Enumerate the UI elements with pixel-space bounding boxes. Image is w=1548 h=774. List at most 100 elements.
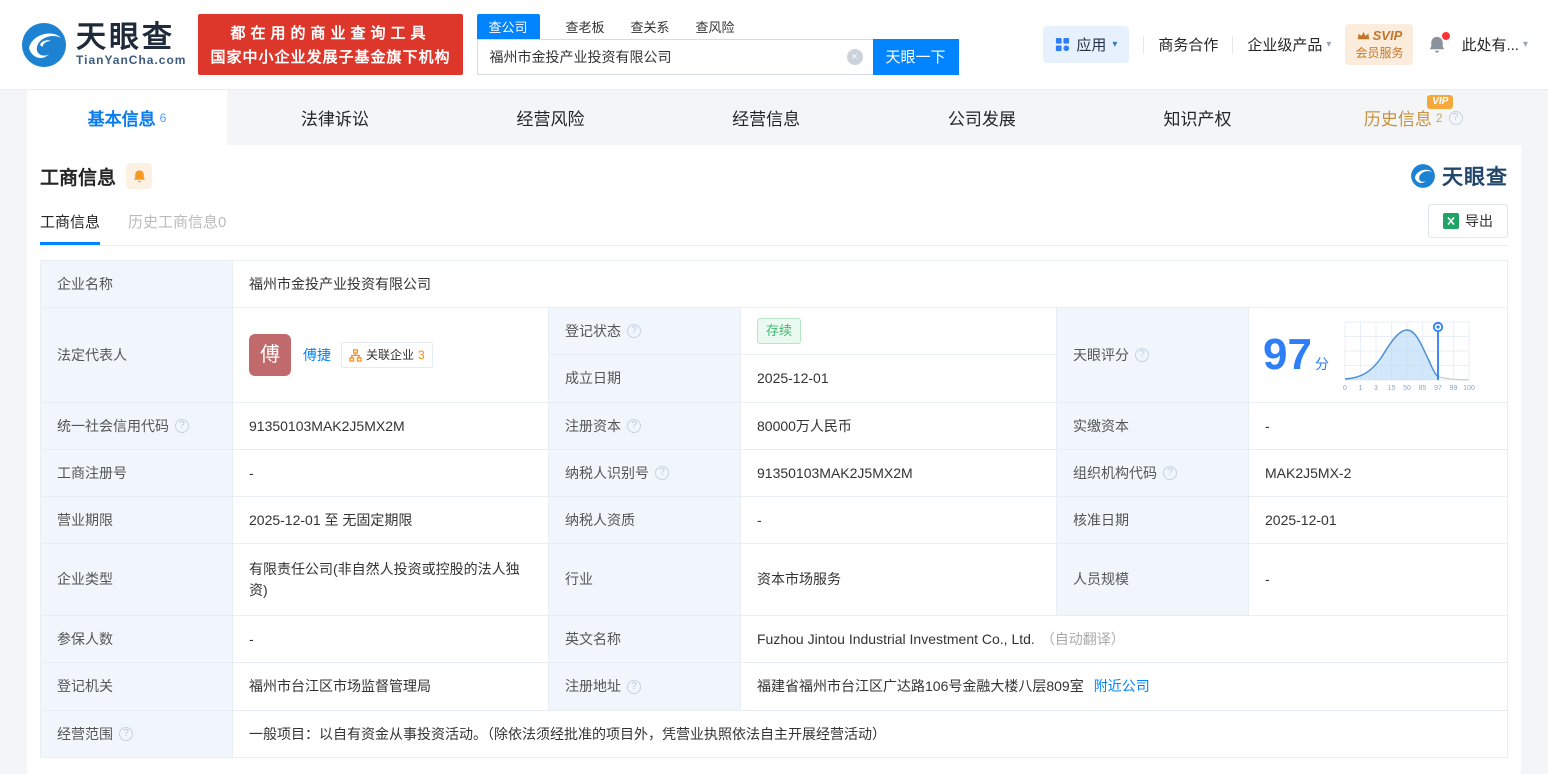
company-tabbar: 基本信息 6 法律诉讼 经营风险 经营信息 公司发展 知识产权 VIP 历史信息… <box>27 90 1521 145</box>
help-icon[interactable]: ? <box>1448 110 1463 125</box>
field-value-industry: 资本市场服务 <box>741 544 1057 616</box>
field-label-taxpayer-quality: 纳税人资质 <box>549 497 741 544</box>
svip-member-button[interactable]: SVIP 会员服务 <box>1345 24 1414 65</box>
nav-enterprise-label: 企业级产品 <box>1247 37 1323 54</box>
divider <box>1232 35 1234 54</box>
field-value-approval-date: 2025-12-01 <box>1249 497 1508 544</box>
nav-cooperation[interactable]: 商务合作 <box>1158 34 1218 55</box>
notification-red-dot <box>1442 31 1451 40</box>
field-label-establish-date: 成立日期 <box>549 355 741 403</box>
tab-history-info[interactable]: VIP 历史信息 2 ? <box>1305 90 1521 145</box>
section-title: 工商信息 <box>40 167 117 189</box>
related-companies-label: 关联企业 <box>366 348 415 362</box>
help-icon[interactable]: ? <box>627 419 641 433</box>
help-icon[interactable]: ? <box>1135 348 1149 362</box>
export-button[interactable]: 导出 <box>1428 204 1508 238</box>
tab-count: 2 <box>1435 110 1443 125</box>
apps-menu-button[interactable]: 应用 ▾ <box>1043 26 1130 63</box>
excel-icon <box>1443 213 1459 229</box>
vip-badge: VIP <box>1427 95 1454 109</box>
field-label-taxpayer-id: 纳税人识别号? <box>549 450 741 497</box>
field-value-taxpayer-id: 91350103MAK2J5MX2M <box>741 450 1057 497</box>
chevron-down-icon: ▾ <box>1522 39 1528 50</box>
apps-label: 应用 <box>1076 37 1107 54</box>
field-value-business-term: 2025-12-01 至 无固定期限 <box>233 497 549 544</box>
nearby-companies-link[interactable]: 附近公司 <box>1094 676 1150 697</box>
field-label-insured-count: 参保人数 <box>41 616 233 663</box>
chevron-down-icon: ▾ <box>1112 39 1118 50</box>
brand-name: 天眼查 <box>76 20 175 54</box>
account-menu[interactable]: 此处有... ▾ <box>1461 34 1528 55</box>
tab-intellectual-property[interactable]: 知识产权 <box>1090 90 1306 145</box>
field-value-reg-authority: 福州市台江区市场监督管理局 <box>233 663 549 711</box>
tab-label: 经营信息 <box>732 110 801 129</box>
field-value-org-code: MAK2J5MX-2 <box>1249 450 1508 497</box>
divider <box>1143 35 1145 54</box>
notification-bell-button[interactable] <box>1427 31 1451 55</box>
score-distribution-chart: 0 1 3 15 50 85 97 99 100 <box>1343 321 1475 392</box>
field-label-staff-size: 人员规模 <box>1057 544 1249 616</box>
help-icon[interactable]: ? <box>627 324 641 338</box>
field-label-legal-rep: 法定代表人 <box>41 308 233 403</box>
help-icon[interactable]: ? <box>1163 466 1177 480</box>
status-badge: 存续 <box>757 318 802 344</box>
field-label-business-scope: 经营范围? <box>41 711 233 758</box>
subtab-history-business-info[interactable]: 历史工商信息0 <box>128 203 226 245</box>
field-label-approval-date: 核准日期 <box>1057 497 1249 544</box>
nav-enterprise[interactable]: 企业级产品 ▾ <box>1247 34 1331 55</box>
field-label-reg-status: 登记状态? <box>549 308 741 355</box>
field-label-reg-number: 工商注册号 <box>41 450 233 497</box>
field-value-credit-code: 91350103MAK2J5MX2M <box>233 403 549 450</box>
field-value-reg-number: - <box>233 450 549 497</box>
field-value-english-name: Fuzhou Jintou Industrial Investment Co.,… <box>741 616 1508 663</box>
field-value-insured-count: - <box>233 616 549 663</box>
help-icon[interactable]: ? <box>655 466 669 480</box>
tab-company-development[interactable]: 公司发展 <box>874 90 1090 145</box>
field-label-business-term: 营业期限 <box>41 497 233 544</box>
search-tab-company[interactable]: 查公司 <box>476 13 540 39</box>
tick-label: 3 <box>1374 385 1378 392</box>
brand-logo[interactable]: 天眼查 TianYanCha.com <box>20 21 186 69</box>
top-header: 天眼查 TianYanCha.com 都在用的商业查询工具 国家中小企业发展子基… <box>0 0 1548 90</box>
brand-domain: TianYanCha.com <box>76 52 187 67</box>
legal-rep-name-link[interactable]: 傅捷 <box>303 345 331 366</box>
brand-slogan-badge: 都在用的商业查询工具 国家中小企业发展子基金旗下机构 <box>198 14 463 75</box>
tick-label: 100 <box>1463 385 1475 392</box>
tab-legal-lawsuits[interactable]: 法律诉讼 <box>227 90 443 145</box>
tick-label: 85 <box>1419 385 1427 392</box>
search-tab-relation[interactable]: 查关系 <box>631 14 670 39</box>
apps-grid-icon <box>1056 37 1070 52</box>
tab-basic-info[interactable]: 基本信息 6 <box>27 90 227 145</box>
tab-label: 经营风险 <box>516 110 585 129</box>
tab-label: 知识产权 <box>1163 110 1232 129</box>
help-icon[interactable]: ? <box>119 727 133 741</box>
search-button[interactable]: 天眼一下 <box>872 38 959 75</box>
search-input[interactable] <box>476 38 873 75</box>
score-unit: 分 <box>1314 355 1329 372</box>
tianyancha-watermark: 天眼查 <box>1410 161 1508 191</box>
field-value-reg-address: 福建省福州市台江区广达路106号金融大楼八层809室 附近公司 <box>741 663 1508 711</box>
field-value-reg-capital: 80000万人民币 <box>741 403 1057 450</box>
account-label: 此处有... <box>1461 37 1519 54</box>
tab-operation-risk[interactable]: 经营风险 <box>443 90 659 145</box>
field-label-english-name: 英文名称 <box>549 616 741 663</box>
watermark-text: 天眼查 <box>1442 166 1508 189</box>
tab-operation-info[interactable]: 经营信息 <box>658 90 874 145</box>
search-clear-icon[interactable]: × <box>846 48 863 65</box>
field-label-company-type: 企业类型 <box>41 544 233 616</box>
field-value-tyc-score: 97 分 0 1 3 15 50 85 97 99 100 <box>1249 308 1508 403</box>
monitor-bell-button[interactable] <box>126 163 153 189</box>
tick-label: 50 <box>1403 385 1411 392</box>
search-tab-boss[interactable]: 查老板 <box>566 14 605 39</box>
tick-label: 99 <box>1450 385 1458 392</box>
help-icon[interactable]: ? <box>175 419 189 433</box>
search-tabs: 查公司 查老板 查关系 查风险 <box>476 13 959 39</box>
help-icon[interactable]: ? <box>627 679 641 694</box>
search-tab-risk[interactable]: 查风险 <box>696 14 735 39</box>
field-value-establish-date: 2025-12-01 <box>741 355 1057 403</box>
tick-label: 0 <box>1343 385 1347 392</box>
legal-rep-avatar[interactable]: 傅 <box>249 334 291 376</box>
subtab-business-info[interactable]: 工商信息 <box>40 203 101 245</box>
related-companies-badge[interactable]: 关联企业 3 <box>341 342 433 368</box>
tick-label: 1 <box>1359 385 1363 392</box>
